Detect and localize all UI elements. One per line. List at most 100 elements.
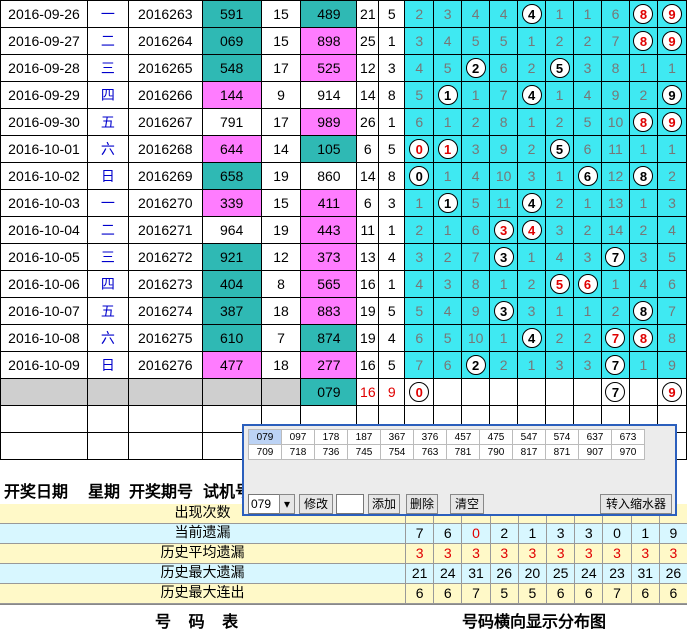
weekday: 一 [86,189,129,217]
dist-cell: 7 [601,324,630,352]
dist-cell: 11 [489,189,519,217]
dist-cell: 1 [628,351,658,379]
stat-value: 26 [489,564,518,583]
dist-cell: 7 [601,243,630,271]
draw-sum: 14 [356,81,380,109]
dist-cell: 8 [628,108,658,136]
stat-value: 6 [574,584,602,603]
combo-item[interactable]: 781 [446,444,480,460]
dist-cell: 8 [656,324,687,352]
draw-span: 3 [378,189,406,217]
combo-item[interactable]: 097 [281,429,315,445]
combo-item[interactable]: 736 [314,444,348,460]
combo-item[interactable]: 178 [314,429,348,445]
draw-sum: 14 [356,162,380,190]
dist-cell: 1 [433,81,463,109]
dist-cell: 8 [628,324,658,352]
stat-value: 24 [574,564,602,583]
combo-item[interactable]: 079 [248,429,282,445]
delete-button[interactable]: 删除 [406,494,438,514]
dist-cell: 2 [489,351,519,379]
combo-popup[interactable]: 079 097 178 187 367 376 457 475 547 574 637 673 709 7… [242,424,677,516]
modify-button[interactable]: 修改 [299,494,333,514]
combo-item[interactable]: 709 [248,444,282,460]
test-sum: 19 [260,216,302,244]
stat-value: 3 [602,544,630,563]
stat-row: 历史平均遗漏 3 3 3 3 3 3 3 3 3 3 [0,544,687,564]
stat-value: 3 [405,544,433,563]
dist-cell: 4 [573,81,602,109]
clear-button[interactable]: 清空 [450,494,484,514]
combo-input[interactable] [336,494,364,514]
stat-label: 历史最大遗漏 [160,565,245,581]
combo-item[interactable]: 790 [479,444,513,460]
combo-item[interactable]: 907 [578,444,612,460]
issue-number: 2016272 [127,243,203,271]
hit-ball: 9 [661,4,682,24]
empty-cell [127,432,203,460]
dist-cell [433,378,463,406]
combo-item[interactable]: 871 [545,444,579,460]
chevron-down-icon[interactable]: ▾ [279,494,295,514]
weekday: 三 [86,54,129,82]
combo-item[interactable]: 970 [611,444,645,460]
combo-item[interactable]: 574 [545,429,579,445]
pending-row: 079 16 9 0 7 9 [0,378,687,406]
combo-item[interactable]: 673 [611,429,645,445]
combo-item[interactable]: 763 [413,444,447,460]
hit-ball: 7 [605,382,626,402]
dist-cell: 1 [433,216,463,244]
draw-sum: 16 [356,351,380,379]
dist-cell: 8 [461,270,491,298]
draw-span: 5 [378,135,406,163]
draw-date: 2016-09-30 [0,108,88,136]
combo-item[interactable]: 754 [380,444,414,460]
weekday: 二 [86,216,129,244]
transfer-button[interactable]: 转入缩水器 [600,494,672,514]
combo-item[interactable]: 637 [578,429,612,445]
stat-values: 3333333333 [405,544,687,563]
stat-value: 3 [461,544,489,563]
combo-item[interactable]: 367 [380,429,414,445]
dist-cell: 3 [489,243,519,271]
dist-cell: 2 [545,108,575,136]
combo-grid: 079 097 178 187 367 376 457 475 547 574 637 673 709 7… [248,429,645,460]
dist-cell: 1 [517,351,547,379]
test-sum: 9 [260,81,302,109]
table-row: 2016-10-05 三 2016272 921 12 373 13 4 3 2 7 3 1 4 3 7 3 5 [0,243,687,271]
combo-item[interactable]: 817 [512,444,546,460]
weekday: 四 [86,270,129,298]
dist-cell: 3 [573,243,602,271]
combo-select[interactable]: 079 [248,494,282,514]
weekday: 二 [86,27,129,55]
dist-cell: 7 [601,378,630,406]
dist-cell [489,378,519,406]
test-sum: 17 [260,108,302,136]
combo-item[interactable]: 475 [479,429,513,445]
draw-sum: 16 [356,270,380,298]
combo-item[interactable]: 187 [347,429,381,445]
issue-number: 2016274 [127,297,203,325]
header-issue: 开奖期号 [129,482,194,501]
draw-sum: 21 [356,0,380,28]
table-row: 2016-09-27 二 2016264 069 15 898 25 1 3 4 5 5 1 2 2 7 8 9 [0,27,687,55]
dist-cell: 4 [433,27,463,55]
draw-span: 4 [378,324,406,352]
draw-span: 1 [378,27,406,55]
dist-cell: 6 [573,162,602,190]
dist-cell [573,378,602,406]
stat-value: 6 [433,524,461,543]
weekday: 五 [86,297,129,325]
hit-ball: 4 [521,85,542,105]
empty-cell [0,432,88,460]
combo-item[interactable]: 457 [446,429,480,445]
dist-cell: 2 [573,27,602,55]
test-number: 921 [201,243,262,271]
dist-cell: 1 [433,162,463,190]
combo-item[interactable]: 547 [512,429,546,445]
add-button[interactable]: 添加 [368,494,400,514]
combo-item[interactable]: 376 [413,429,447,445]
combo-item[interactable]: 745 [347,444,381,460]
test-sum: 18 [260,351,302,379]
combo-item[interactable]: 718 [281,444,315,460]
